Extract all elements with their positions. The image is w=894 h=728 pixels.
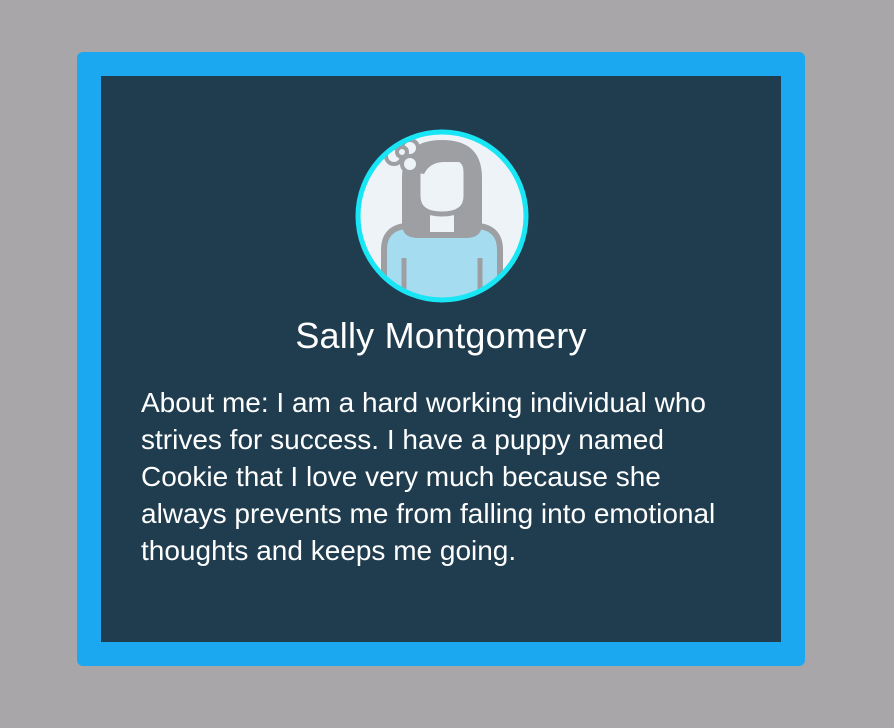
profile-name: Sally Montgomery — [295, 315, 587, 356]
profile-card-frame: Sally Montgomery About me: I am a hard w… — [77, 52, 805, 666]
avatar — [354, 128, 530, 304]
female-user-avatar-icon — [355, 129, 529, 303]
profile-about-text: About me: I am a hard working individual… — [141, 387, 716, 566]
profile-card: Sally Montgomery About me: I am a hard w… — [101, 76, 781, 642]
